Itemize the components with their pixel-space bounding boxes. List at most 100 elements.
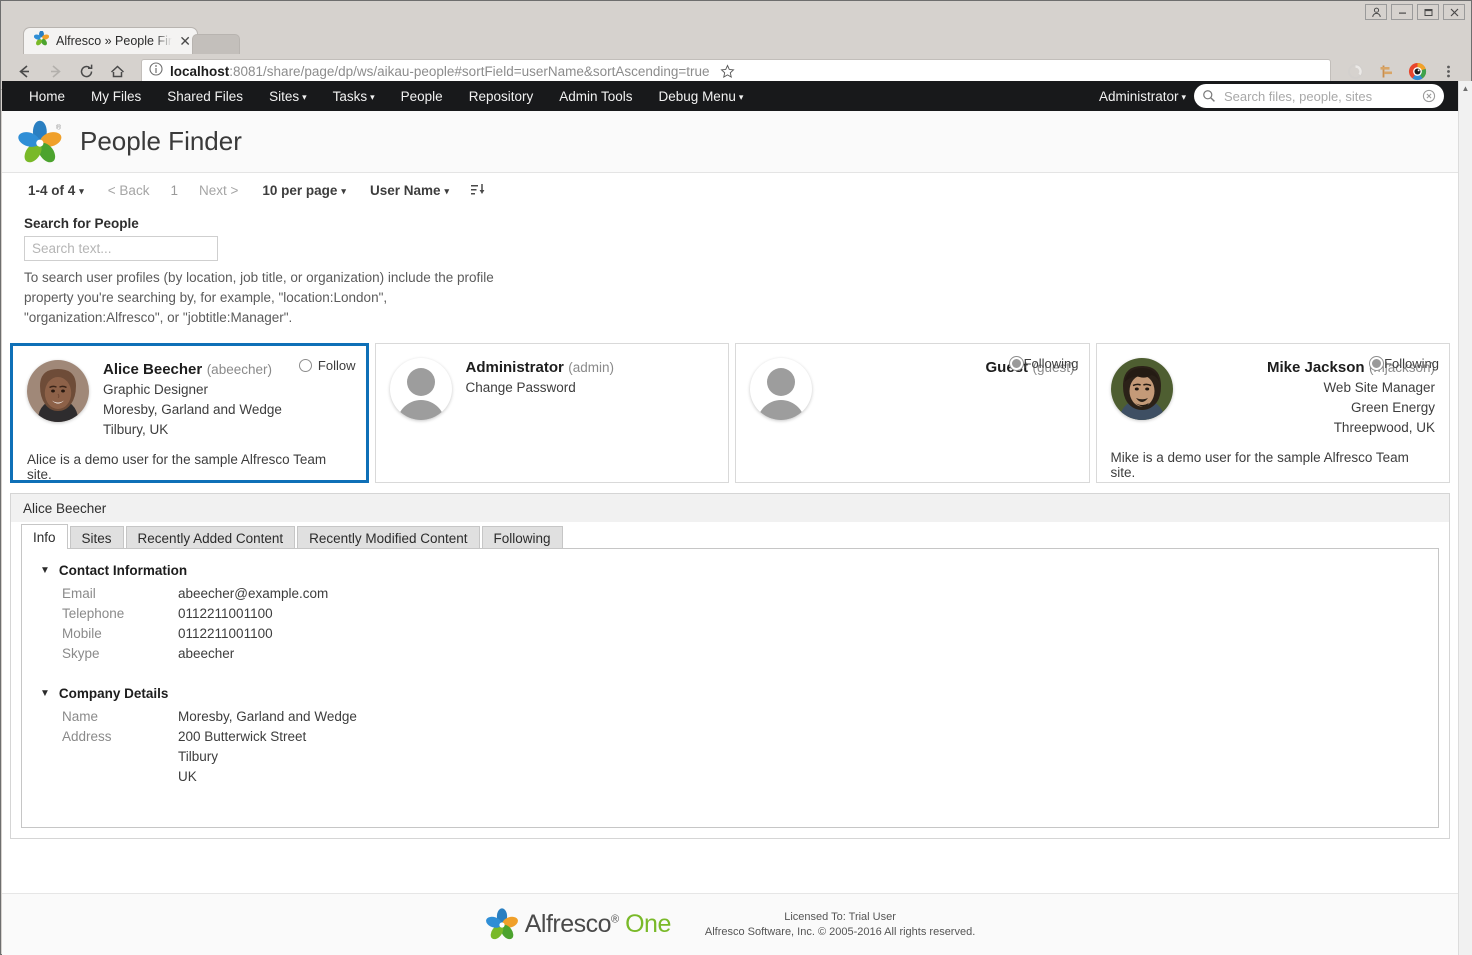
follow-label: Following [1023, 356, 1079, 371]
site-info-icon[interactable] [149, 61, 163, 81]
new-tab-button[interactable] [192, 34, 240, 54]
sort-field-menu[interactable]: User Name ▾ [358, 183, 461, 198]
person-name[interactable]: Mike Jackson [1267, 359, 1365, 376]
clear-search-icon[interactable] [1422, 89, 1436, 103]
back-page-button[interactable]: < Back [96, 183, 162, 198]
nav-item-tasks[interactable]: Tasks ▾ [320, 89, 388, 104]
license-text: Licensed To: Trial User [784, 910, 896, 923]
avatar-head-shape [406, 368, 435, 396]
scroll-up-icon[interactable]: ▲ [1459, 81, 1472, 95]
tab-recently-modified-content[interactable]: Recently Modified Content [297, 526, 480, 549]
chevron-down-icon: ▾ [370, 91, 375, 102]
search-hint-text: To search user profiles (by location, jo… [24, 270, 494, 325]
tab-recently-added-content[interactable]: Recently Added Content [125, 526, 296, 549]
property-label: Address [62, 729, 112, 744]
avatar[interactable] [750, 358, 812, 420]
window-close-button[interactable] [1443, 4, 1465, 20]
search-label: Search for People [24, 216, 139, 231]
page-viewport: ▲ Home My Files Shared Files Sites ▾ Task… [2, 81, 1472, 955]
global-search-box[interactable] [1194, 84, 1444, 108]
footer-brand: Alfresco [524, 910, 612, 938]
person-card-mjackson[interactable]: Mike Jackson (mjackson) Web Site Manager… [1095, 343, 1450, 483]
person-card-guest[interactable]: Guest (guest) Following [735, 343, 1090, 483]
page-number[interactable]: 1 [161, 183, 187, 198]
next-page-button[interactable]: Next > [187, 183, 250, 198]
property-label [40, 747, 178, 767]
vertical-scrollbar[interactable]: ▲ [1458, 81, 1472, 955]
following-radio-icon[interactable] [1009, 357, 1023, 370]
nav-item-admin-tools[interactable]: Admin Tools [546, 89, 645, 104]
nav-item-repository[interactable]: Repository [456, 89, 547, 104]
section-contact-information[interactable]: ▼ Contact Information [40, 563, 1438, 578]
chevron-down-icon: ▾ [1181, 91, 1186, 102]
alfresco-flower-logo: ® [18, 119, 64, 165]
property-label: Telephone [62, 606, 125, 621]
avatar[interactable] [1110, 358, 1173, 420]
page-footer: Alfresco® One Licensed To: Trial User Al… [2, 893, 1458, 955]
page-header: ® People Finder [2, 111, 1458, 173]
nav-item-shared-files[interactable]: Shared Files [154, 89, 256, 104]
property-label [40, 767, 178, 787]
following-radio-icon[interactable] [1370, 357, 1384, 370]
person-organization: Moresby, Garland and Wedge [103, 402, 282, 417]
url-bar[interactable]: localhost:8081/share/page/dp/ws/aikau-pe… [141, 58, 1331, 84]
tab-following[interactable]: Following [481, 526, 563, 549]
browser-tabstrip: Alfresco » People Finder ✕ [1, 23, 1471, 54]
sort-ascending-icon[interactable] [461, 183, 496, 197]
avatar-body-shape [757, 400, 805, 420]
person-info: Administrator (admin) Change Password [466, 358, 715, 420]
navbar-right-group: Administrator ▾ [1099, 84, 1458, 108]
nav-item-home[interactable]: Home [16, 89, 78, 104]
change-password-link[interactable]: Change Password [466, 378, 715, 398]
close-icon[interactable]: ✕ [179, 34, 191, 48]
follow-toggle[interactable]: Follow [298, 358, 356, 373]
user-menu-button[interactable]: Administrator ▾ [1099, 89, 1186, 104]
twisty-down-icon[interactable]: ▼ [40, 565, 50, 576]
nav-item-sites[interactable]: Sites ▾ [256, 89, 320, 104]
nav-item-debug-menu[interactable]: Debug Menu ▾ [646, 89, 757, 104]
results-range-menu[interactable]: 1-4 of 4 ▾ [16, 183, 96, 198]
global-search-input[interactable] [1222, 87, 1416, 105]
page-size-menu[interactable]: 10 per page ▾ [250, 183, 358, 198]
footer-wordmark: Alfresco® One [524, 910, 672, 938]
chevron-down-icon: ▾ [444, 185, 450, 196]
window-user-button[interactable] [1365, 4, 1387, 20]
browser-tab[interactable]: Alfresco » People Finder ✕ [23, 27, 198, 54]
svg-text:®: ® [56, 123, 61, 131]
window-maximize-button[interactable] [1417, 4, 1439, 20]
tab-info[interactable]: Info [21, 524, 68, 549]
avatar[interactable] [27, 360, 89, 422]
footer-legal: Licensed To: Trial User Alfresco Softwar… [705, 910, 975, 940]
person-card-admin[interactable]: Administrator (admin) Change Password [374, 343, 729, 483]
nav-item-people[interactable]: People [388, 89, 456, 104]
people-card-list: Alice Beecher (abeecher) Graphic Designe… [2, 343, 1458, 483]
property-row: Name Moresby, Garland and Wedge [40, 707, 1438, 727]
person-card-abeecher[interactable]: Alice Beecher (abeecher) Graphic Designe… [10, 343, 369, 483]
follow-toggle[interactable]: Following [1009, 356, 1079, 371]
chevron-down-icon: ▾ [302, 91, 307, 102]
property-row: Mobile 0112211001100 [40, 624, 1438, 644]
property-label: Mobile [62, 626, 102, 641]
avatar[interactable] [389, 358, 452, 420]
person-name[interactable]: Alice Beecher [103, 361, 202, 378]
alfresco-logo-icon [33, 30, 50, 51]
url-path: :8081/share/page/dp/ws/aikau-people#sort… [229, 63, 710, 79]
property-label: Email [62, 586, 96, 601]
person-name[interactable]: Administrator [466, 359, 564, 376]
people-search-input[interactable] [24, 236, 218, 261]
chevron-down-icon: ▾ [79, 185, 84, 196]
section-company-details[interactable]: ▼ Company Details [40, 686, 1438, 701]
tab-sites[interactable]: Sites [69, 526, 124, 549]
chevron-down-icon: ▾ [341, 185, 346, 196]
twisty-down-icon[interactable]: ▼ [40, 688, 50, 699]
property-row: Email abeecher@example.com [40, 584, 1438, 604]
follow-toggle[interactable]: Following [1370, 356, 1439, 371]
detail-panel-title: Alice Beecher [11, 494, 1449, 522]
follow-label: Follow [317, 358, 356, 373]
follow-label: Following [1384, 356, 1439, 371]
bookmark-star-icon[interactable] [717, 60, 739, 82]
window-minimize-button[interactable] [1391, 4, 1413, 20]
nav-item-my-files[interactable]: My Files [78, 89, 154, 104]
follow-radio-icon[interactable] [298, 359, 312, 372]
person-name-line: Administrator (admin) [466, 358, 715, 378]
